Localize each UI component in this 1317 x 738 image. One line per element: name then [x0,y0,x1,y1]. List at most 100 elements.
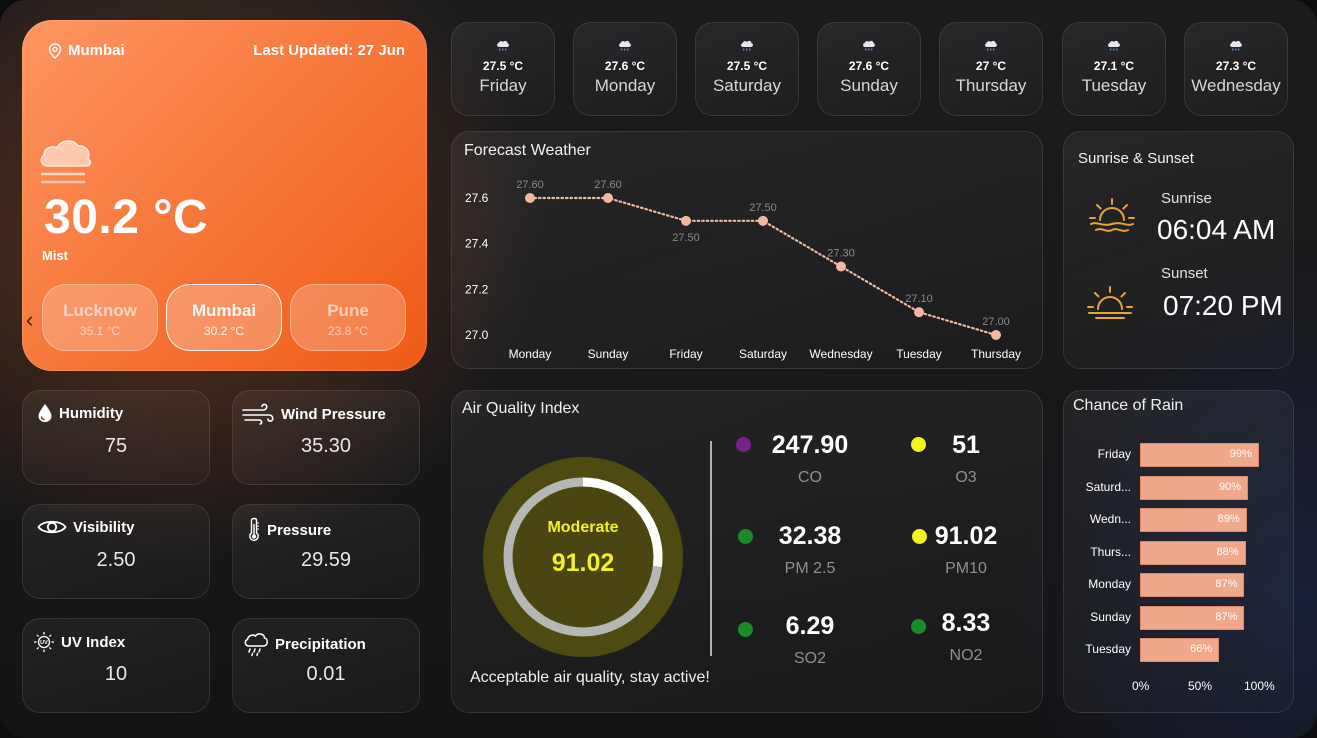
air-quality-card: Air Quality Index Moderate 91.02 Accepta… [451,390,1043,713]
city-button-mumbai[interactable]: Mumbai 30.2 °C [166,284,282,351]
city-temp: 23.8 °C [327,324,369,338]
rain-bar-label: 89% [1217,513,1240,525]
pressure-value: 29.59 [300,549,352,571]
wind-pressure-card: Wind Pressure 35.30 [232,390,420,485]
wind-pressure-value: 35.30 [300,435,352,457]
forecast-point[interactable] [914,307,924,318]
aqi-title: Air Quality Index [462,400,580,417]
rain-cloud-icon [574,40,676,55]
precipitation-label: Precipitation [243,631,366,657]
forecast-point[interactable] [991,330,1001,340]
rain-bar: 89% [1140,508,1247,532]
pressure-card: Pressure 29.59 [232,504,420,599]
day-card-monday[interactable]: 27.6 °C Monday [573,22,677,116]
aqi-divider [710,441,712,656]
day-temp: 27.6 °C [604,59,646,73]
chance-of-rain-card: Chance of Rain Friday 99% Saturd... 90% Wedn… [1063,390,1294,713]
precipitation-card: Precipitation 0.01 [232,618,420,713]
sunrise-sunset-card: Sunrise & Sunset Sunrise 06:04 AM Sunset… [1063,131,1294,369]
x-tick-label: Thursday [971,347,1021,361]
rain-bar-label: 87% [1215,610,1238,623]
chevron-left-icon[interactable]: ‹ [26,307,33,333]
day-card-wednesday[interactable]: 27.3 °C Wednesday [1184,22,1288,116]
wind-icon [242,403,274,425]
visibility-card: Visibility 2.50 [22,504,210,599]
rain-axis-tick: 100% [1244,679,1275,693]
wind-pressure-label: Wind Pressure [241,403,386,425]
uv-index-card: UV UV Index 10 [22,618,210,713]
day-card-friday[interactable]: 27.5 °C Friday [451,22,555,116]
current-temperature: 30.2 °C [44,191,209,244]
pollutant-value: 8.33 [941,609,991,637]
rain-bar-label: 66% [1190,643,1213,655]
location-name: Mumbai [68,42,125,59]
metric-label: Visibility [73,518,135,536]
day-temp: 27.5 °C [726,59,768,73]
forecast-point[interactable] [603,193,613,203]
y-tick-label: 27.0 [465,328,489,342]
rain-bar: 66% [1140,638,1220,662]
pollutant-name: PM 2.5 [784,560,836,577]
forecast-line-chart: 27.6 27.4 27.2 27.0 27.60 27.60 27.50 27.50 27.3… [465,179,1021,361]
sunset-label: Sunset [1161,265,1208,282]
rain-category-label: Monday [1088,577,1131,591]
thermometer-icon [249,517,259,542]
city-button-pune[interactable]: Pune 23.8 °C [290,284,406,351]
rain-bar: 87% [1140,573,1245,597]
pollutant-value: 51 [952,431,980,459]
pollutant-name: O3 [955,469,977,486]
city-name: Pune [327,301,369,320]
day-name: Monday [594,76,656,95]
pressure-label: Pressure [247,517,331,543]
visibility-label: Visibility [37,517,134,537]
rain-bar: 88% [1140,540,1246,565]
sunrise-icon [1089,198,1135,232]
day-card-sunday[interactable]: 27.6 °C Sunday [817,22,921,116]
rain-bar: 99% [1140,443,1259,467]
rain-bar: 87% [1140,605,1245,630]
metric-label: Wind Pressure [281,405,386,423]
aqi-value: 91.02 [551,549,615,577]
forecast-point[interactable] [758,215,768,226]
day-temp: 27.3 °C [1215,59,1257,73]
day-name: Friday [479,76,527,95]
pollutant-dot [736,437,751,452]
x-tick-label: Tuesday [896,347,942,361]
forecast-data-label: 27.10 [905,293,933,305]
eye-icon [37,520,67,534]
humidity-value: 75 [104,435,128,457]
day-name: Saturday [712,76,782,95]
pollutant-value: 32.38 [778,522,842,550]
rain-category-label: Tuesday [1085,642,1131,656]
uv-index-value: 10 [104,663,128,685]
day-card-tuesday[interactable]: 27.1 °C Tuesday [1062,22,1166,116]
rain-bar-label: 99% [1229,448,1252,460]
forecast-point[interactable] [836,261,846,272]
last-updated: Last Updated: 27 Jun [253,42,405,59]
day-card-thursday[interactable]: 27 °C Thursday [939,22,1043,116]
forecast-data-label: 27.50 [672,232,700,244]
day-card-saturday[interactable]: 27.5 °C Saturday [695,22,799,116]
day-name: Wednesday [1191,76,1281,95]
sunrise-label: Sunrise [1161,190,1212,207]
humidity-label: Humidity [37,403,123,423]
pollutant-name: PM10 [945,560,987,577]
forecast-weather-card: Forecast Weather 27.6 27.4 27.2 27.0 27.60 27… [451,131,1043,369]
rain-axis-tick: 50% [1188,679,1213,693]
sunrise-time: 06:04 AM [1157,214,1276,245]
city-name: Lucknow [63,301,137,320]
forecast-point[interactable] [525,193,535,203]
forecast-data-label: 27.60 [516,179,544,191]
x-tick-label: Friday [669,347,702,361]
day-name: Tuesday [1081,76,1147,95]
forecast-point[interactable] [681,215,691,226]
city-button-lucknow[interactable]: Lucknow 35.1 °C [42,284,158,351]
pollutant-name: NO2 [949,647,983,664]
forecast-data-label: 27.00 [982,316,1010,328]
rain-cloud-icon [1063,40,1165,55]
sunset-time: 07:20 PM [1163,290,1283,321]
x-tick-label: Sunday [588,347,629,361]
metric-label: Humidity [59,404,124,422]
rain-cloud-icon [940,40,1042,55]
metric-label: Precipitation [275,635,366,653]
